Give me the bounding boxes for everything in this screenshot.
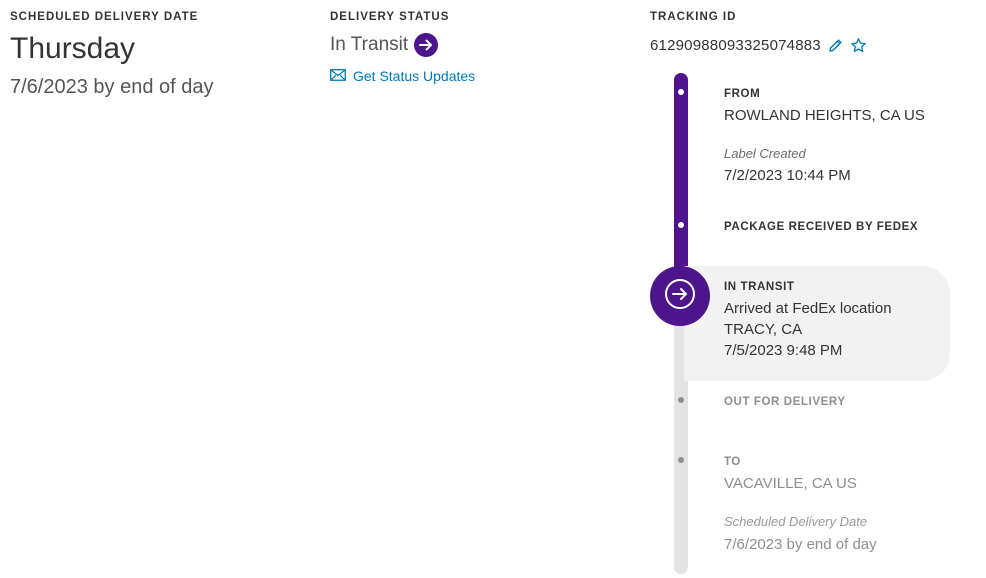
arrow-right-circle-icon — [414, 33, 439, 57]
in-transit-heading: IN TRANSIT — [724, 281, 795, 293]
to-scheduled-datetime: 7/6/2023 by end of day — [724, 536, 877, 553]
tracking-id-label: TRACKING ID — [650, 11, 737, 23]
timeline-dot-to — [678, 457, 684, 463]
envelope-icon — [330, 68, 346, 84]
delivery-status-label: DELIVERY STATUS — [330, 11, 450, 23]
delivery-status: In Transit — [330, 33, 439, 57]
to-location: VACAVILLE, CA US — [724, 475, 857, 492]
scheduled-delivery-day: Thursday — [10, 32, 136, 65]
star-icon[interactable] — [850, 37, 867, 54]
from-heading: FROM — [724, 88, 761, 100]
timeline-progress — [674, 73, 688, 285]
from-location: ROWLAND HEIGHTS, CA US — [724, 107, 925, 124]
label-created-datetime: 7/2/2023 10:44 PM — [724, 167, 851, 184]
get-status-updates-link[interactable]: Get Status Updates — [330, 68, 475, 84]
arrow-right-circle-icon — [664, 278, 696, 315]
in-transit-location: TRACY, CA — [724, 321, 803, 338]
get-status-updates-label: Get Status Updates — [353, 68, 476, 84]
scheduled-delivery-label: SCHEDULED DELIVERY DATE — [10, 11, 199, 23]
scheduled-delivery-date-label: Scheduled Delivery Date — [724, 514, 868, 529]
tracking-number: 61290988093325074883 — [650, 37, 821, 54]
label-created-label: Label Created — [724, 146, 806, 161]
in-transit-datetime: 7/5/2023 9:48 PM — [724, 342, 843, 359]
to-heading: TO — [724, 456, 741, 468]
timeline-dot-out-for-delivery — [678, 397, 684, 403]
delivery-status-text: In Transit — [330, 34, 409, 55]
tracking-id-row: 61290988093325074883 — [650, 37, 867, 54]
in-transit-event: Arrived at FedEx location — [724, 300, 892, 317]
package-received-heading: PACKAGE RECEIVED BY FEDEX — [724, 221, 919, 233]
timeline-dot-received — [678, 222, 684, 228]
current-status-marker — [650, 266, 710, 326]
timeline-dot-from — [678, 89, 684, 95]
scheduled-delivery-date: 7/6/2023 by end of day — [10, 76, 214, 98]
pencil-icon[interactable] — [827, 37, 844, 54]
out-for-delivery-heading: OUT FOR DELIVERY — [724, 396, 846, 408]
